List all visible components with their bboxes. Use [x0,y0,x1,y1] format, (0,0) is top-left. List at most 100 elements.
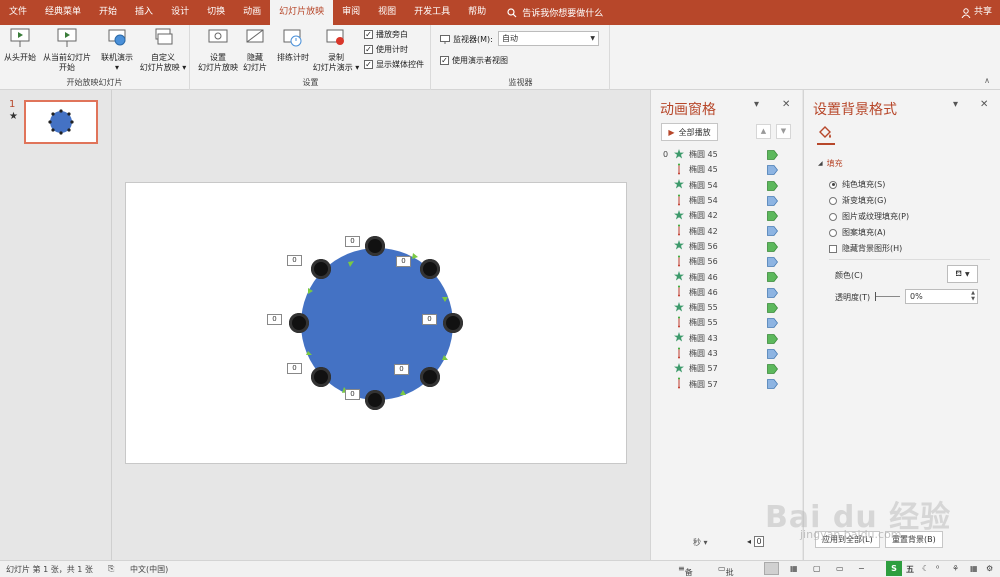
tab-animations[interactable]: 动画 [234,0,270,25]
animation-list-item[interactable]: 椭圆 43 [663,331,798,346]
share-button[interactable]: 共享 [961,0,992,25]
timeline-bar[interactable] [767,364,779,376]
timeline-bar[interactable] [767,241,779,254]
timeline-bar[interactable] [767,272,779,284]
language-status[interactable]: 中文(中国) [130,564,168,575]
animation-list-item[interactable]: 椭圆 56 [663,254,798,269]
tab-design[interactable]: 设计 [162,0,198,25]
seconds-dropdown[interactable]: 秒 ▾ [693,537,708,548]
spinner-icon[interactable]: ▲ ▼ [971,290,975,302]
presenter-view-checkbox[interactable]: ✓ 使用演示者视图 [440,55,508,66]
timeline-bar[interactable] [767,287,779,300]
timeline-zoom[interactable]: ◂ 0 [747,536,765,547]
from-current-button[interactable]: 从当前幻灯片 开始 [40,28,94,73]
animation-list-item[interactable]: 椭圆 57 [663,361,798,376]
custom-show-button[interactable]: 自定义 幻灯片放映 ▾ [138,28,188,73]
gradient-fill-radio[interactable]: 渐变填充(G) [829,195,886,206]
pane-options-icon[interactable]: ▾ [754,99,759,110]
ime-logo-icon[interactable]: S [886,561,902,576]
slide-thumbnail[interactable] [24,100,98,144]
move-down-button[interactable]: ▼ [776,124,791,139]
timeline-bar[interactable] [767,303,779,315]
timeline-bar[interactable] [767,226,779,238]
ellipse-bottom-left[interactable] [311,367,331,387]
pattern-fill-radio[interactable]: 图案填充(A) [829,227,886,238]
ellipse-top-left[interactable] [311,259,331,279]
animation-list-item[interactable]: 椭圆 54 [663,193,798,208]
solid-fill-radio[interactable]: 纯色填充(S) [829,179,885,190]
tab-transitions[interactable]: 切换 [198,0,234,25]
setup-slideshow-button[interactable]: 设置 幻灯片放映 [194,28,242,73]
collapse-ribbon-icon[interactable]: ∧ [984,76,990,85]
timeline-bar[interactable] [767,379,779,391]
keyboard-icon[interactable]: ▦ [970,564,978,573]
moon-icon[interactable]: ☾ [922,564,929,573]
notes-button[interactable]: ≡ 备注 [678,564,693,577]
spellcheck-icon[interactable]: ⎘ [108,564,114,574]
picture-fill-radio[interactable]: 图片或纹理填充(P) [829,211,909,222]
slideshow-view-icon[interactable]: ▭ [836,564,844,573]
comments-button[interactable]: ▭ 批注 [718,564,734,577]
hide-background-checkbox[interactable]: 隐藏背景图形(H) [829,243,902,254]
record-slideshow-button[interactable]: 录制 幻灯片演示 ▾ [311,28,361,73]
animation-list-item[interactable]: 椭圆 43 [663,346,798,361]
chevron-left-icon[interactable]: ◂ [747,537,751,546]
monitor-select[interactable]: 自动 ▼ [498,31,599,46]
tab-insert[interactable]: 插入 [126,0,162,25]
animation-list-item[interactable]: 椭圆 54 [663,178,798,193]
tab-slideshow[interactable]: 幻灯片放映 [270,0,334,25]
timeline-bar[interactable] [767,211,779,223]
ellipse-top[interactable] [365,236,385,256]
animation-list-item[interactable]: 椭圆 57 [663,376,798,391]
animation-list-item[interactable]: 椭圆 42 [663,208,798,223]
animation-list-item[interactable]: 椭圆 42 [663,223,798,238]
animation-list-item[interactable]: 椭圆 45 [663,162,798,177]
timeline-bar[interactable] [767,257,779,269]
normal-view-icon[interactable] [764,562,779,575]
use-timings-checkbox[interactable]: ✓ 使用计时 [364,44,408,55]
hide-slide-button[interactable]: 隐藏 幻灯片 [241,28,269,73]
animation-list-item[interactable]: 椭圆 46 [663,269,798,284]
rehearse-timings-button[interactable]: 排练计时 [274,28,312,63]
slide-sorter-icon[interactable]: ▦ [790,564,798,573]
animation-list-item[interactable]: 椭圆 46 [663,285,798,300]
timeline-bar[interactable] [767,333,779,346]
close-icon[interactable]: ✕ [782,99,790,110]
tell-me-box[interactable]: 告诉我你想要做什么 [507,6,603,19]
tab-help[interactable]: 帮助 [459,0,495,25]
move-up-button[interactable]: ▲ [756,124,771,139]
close-icon[interactable]: ✕ [980,99,988,110]
slide-canvas[interactable]: 0 0 0 0 0 0 0 0 [125,182,627,464]
ime-mode-icon[interactable]: 五 [906,564,914,575]
timeline-bar[interactable] [767,318,779,330]
tab-file[interactable]: 文件 [0,0,36,25]
color-picker-button[interactable]: ⛾ ▼ [947,265,978,283]
timeline-bar[interactable] [767,180,779,193]
ellipse-right[interactable] [443,313,463,333]
tab-view[interactable]: 视图 [369,0,405,25]
animation-list-item[interactable]: 椭圆 55 [663,300,798,315]
paint-bucket-icon[interactable] [817,125,833,141]
reading-view-icon[interactable]: ▢ [813,564,821,573]
show-media-controls-checkbox[interactable]: ✓ 显示媒体控件 [364,59,424,70]
transparency-input[interactable]: 0% ▲ ▼ [905,289,978,304]
pane-options-icon[interactable]: ▾ [953,99,958,110]
fill-section-header[interactable]: ◢ 填充 [818,158,843,169]
ellipse-bottom-right[interactable] [420,367,440,387]
tab-home[interactable]: 开始 [90,0,126,25]
ellipse-bottom[interactable] [365,390,385,410]
timeline-bar[interactable] [767,195,779,208]
tab-developer[interactable]: 开发工具 [405,0,459,25]
transparency-slider[interactable] [875,292,900,301]
ime-tool-icon[interactable]: ⚘ [952,564,959,573]
settings-icon[interactable]: ⚙ [986,564,993,573]
timeline-bar[interactable] [767,165,779,177]
timeline-bar[interactable] [767,348,779,361]
animation-list-item[interactable]: 椭圆 55 [663,315,798,330]
animation-list-item[interactable]: 椭圆 56 [663,239,798,254]
ellipse-left[interactable] [289,313,309,333]
from-beginning-button[interactable]: 从头开始 [2,28,38,63]
timeline-bar[interactable] [767,150,779,162]
ellipse-top-right[interactable] [420,259,440,279]
zoom-out-icon[interactable]: − [858,564,865,573]
